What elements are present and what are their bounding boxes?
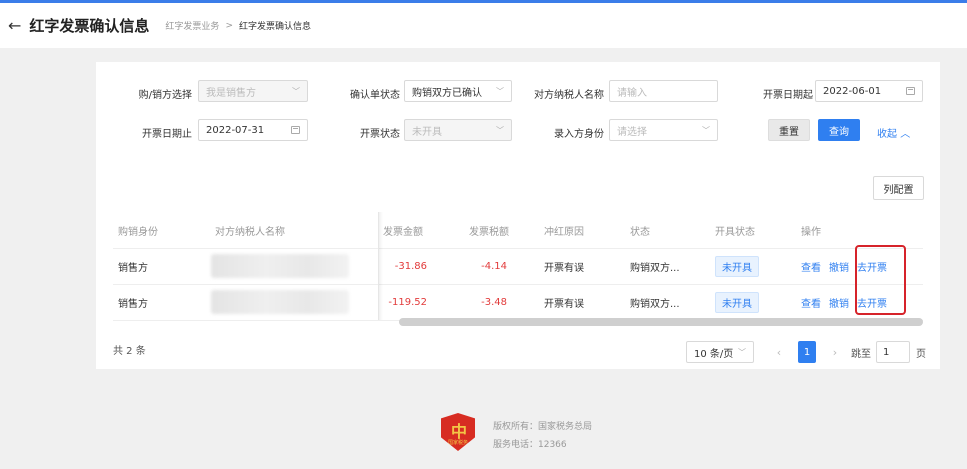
chevron-down-icon: ﹀ xyxy=(292,86,300,96)
col-header: 发票税额 xyxy=(469,226,509,238)
breadcrumb-separator: > xyxy=(225,20,233,31)
col-header: 购销身份 xyxy=(118,226,158,238)
table-row: 销售方 -119.52 -3.48 开票有误 购销双方... 未开具 查看 撤销… xyxy=(113,284,923,321)
status-cell: 购销双方... xyxy=(630,298,680,310)
jump-page-value: 1 xyxy=(883,346,890,358)
entry-identity-select[interactable]: 请选择 ﹀ xyxy=(609,119,718,141)
col-header: 状态 xyxy=(630,226,650,238)
issue-status-value: 未开具 xyxy=(412,126,442,138)
jump-label: 跳至 xyxy=(851,348,871,360)
query-button[interactable]: 查询 xyxy=(818,119,860,141)
date-start-label: 开票日期起 xyxy=(763,90,813,101)
role-cell: 销售方 xyxy=(118,298,148,310)
counterparty-input[interactable]: 请输入 xyxy=(609,80,718,102)
logo-caption: 国家税务 xyxy=(447,440,468,446)
date-end-value: 2022-07-31 xyxy=(206,124,265,136)
highlight-box xyxy=(855,245,906,315)
breadcrumb-current: 红字发票确认信息 xyxy=(238,22,311,32)
fixed-column-divider xyxy=(378,212,383,320)
role-select-value: 我是销售方 xyxy=(206,87,256,99)
role-select[interactable]: 我是销售方 ﹀ xyxy=(198,80,308,102)
chevron-down-icon: ﹀ xyxy=(496,86,504,96)
tax-cell: -3.48 xyxy=(481,296,507,308)
reason-cell: 开票有误 xyxy=(544,262,584,274)
page-header: ← 红字发票确认信息 红字发票业务 > 红字发票确认信息 xyxy=(0,3,967,48)
chevron-down-icon: ﹀ xyxy=(738,347,746,357)
date-start-value: 2022-06-01 xyxy=(823,85,882,97)
issue-status-select[interactable]: 未开具 ﹀ xyxy=(404,119,512,141)
confirm-status-value: 购销双方已确认 xyxy=(412,87,482,99)
col-header: 开具状态 xyxy=(715,226,755,238)
table-header: 购销身份 对方纳税人名称 发票金额 发票税额 冲红原因 状态 开具状态 操作 xyxy=(113,212,923,249)
confirm-status-label: 确认单状态 xyxy=(350,90,400,101)
page-size-select[interactable]: 10 条/页 ﹀ xyxy=(686,341,754,363)
page-footer: 中 国家税务 版权所有：国家税务总局 服务电话：12366 xyxy=(441,413,641,453)
col-header: 冲红原因 xyxy=(544,226,584,238)
collapse-label: 收起 xyxy=(877,129,897,140)
role-cell: 销售方 xyxy=(118,262,148,274)
page-size-value: 10 条/页 xyxy=(694,348,734,360)
next-page-icon[interactable]: › xyxy=(828,341,842,363)
reset-button[interactable]: 重置 xyxy=(768,119,810,141)
counterparty-label: 对方纳税人名称 xyxy=(534,90,604,101)
copyright-text: 版权所有：国家税务总局 xyxy=(493,422,593,432)
calendar-icon xyxy=(906,87,915,95)
amount-cell: -31.86 xyxy=(394,260,427,272)
page-title: 红字发票确认信息 xyxy=(29,17,150,35)
tax-cell: -4.14 xyxy=(481,260,507,272)
entry-identity-placeholder: 请选择 xyxy=(617,126,647,138)
page-number[interactable]: 1 xyxy=(798,341,816,363)
chevron-up-icon: ︿ xyxy=(900,129,911,140)
counterparty-placeholder: 请输入 xyxy=(617,87,647,99)
back-arrow-icon[interactable]: ← xyxy=(8,16,21,35)
prev-page-icon[interactable]: ‹ xyxy=(772,341,786,363)
column-config-button[interactable]: 列配置 xyxy=(873,176,924,200)
view-link[interactable]: 查看 xyxy=(801,295,821,310)
col-header: 操作 xyxy=(801,226,821,238)
issue-status-badge: 未开具 xyxy=(715,255,759,277)
status-cell: 购销双方... xyxy=(630,262,680,274)
redacted-name xyxy=(211,254,349,278)
date-end-label: 开票日期止 xyxy=(142,129,192,140)
revoke-link[interactable]: 撤销 xyxy=(829,295,849,310)
entry-identity-label: 录入方身份 xyxy=(554,129,604,140)
breadcrumb-item[interactable]: 红字发票业务 xyxy=(165,19,219,32)
confirm-status-select[interactable]: 购销双方已确认 ﹀ xyxy=(404,80,512,102)
main-card: 购/销方选择 我是销售方 ﹀ 确认单状态 购销双方已确认 ﹀ 对方纳税人名称 请… xyxy=(96,62,940,369)
redacted-name xyxy=(211,290,349,314)
date-start-picker[interactable]: 2022-06-01 xyxy=(815,80,923,102)
chevron-down-icon: ﹀ xyxy=(702,125,710,135)
col-header: 对方纳税人名称 xyxy=(215,226,285,238)
view-link[interactable]: 查看 xyxy=(801,259,821,274)
amount-cell: -119.52 xyxy=(388,296,427,308)
page-unit-label: 页 xyxy=(916,348,926,360)
jump-page-input[interactable]: 1 xyxy=(876,341,910,363)
issue-status-badge: 未开具 xyxy=(715,291,759,313)
horizontal-scrollbar[interactable] xyxy=(399,318,923,326)
revoke-link[interactable]: 撤销 xyxy=(829,259,849,274)
chevron-down-icon: ﹀ xyxy=(496,125,504,135)
table-row: 销售方 -31.86 -4.14 开票有误 购销双方... 未开具 查看 撤销 … xyxy=(113,248,923,285)
service-phone-text: 服务电话：12366 xyxy=(493,440,567,450)
issue-status-label: 开票状态 xyxy=(360,129,400,140)
total-count: 共 2 条 xyxy=(113,346,146,357)
role-label: 购/销方选择 xyxy=(138,90,192,101)
tax-bureau-logo: 中 国家税务 xyxy=(441,413,475,451)
collapse-toggle[interactable]: 收起 ︿ xyxy=(877,125,910,140)
date-end-picker[interactable]: 2022-07-31 xyxy=(198,119,308,141)
calendar-icon xyxy=(291,126,300,134)
reason-cell: 开票有误 xyxy=(544,298,584,310)
col-header: 发票金额 xyxy=(383,226,423,238)
